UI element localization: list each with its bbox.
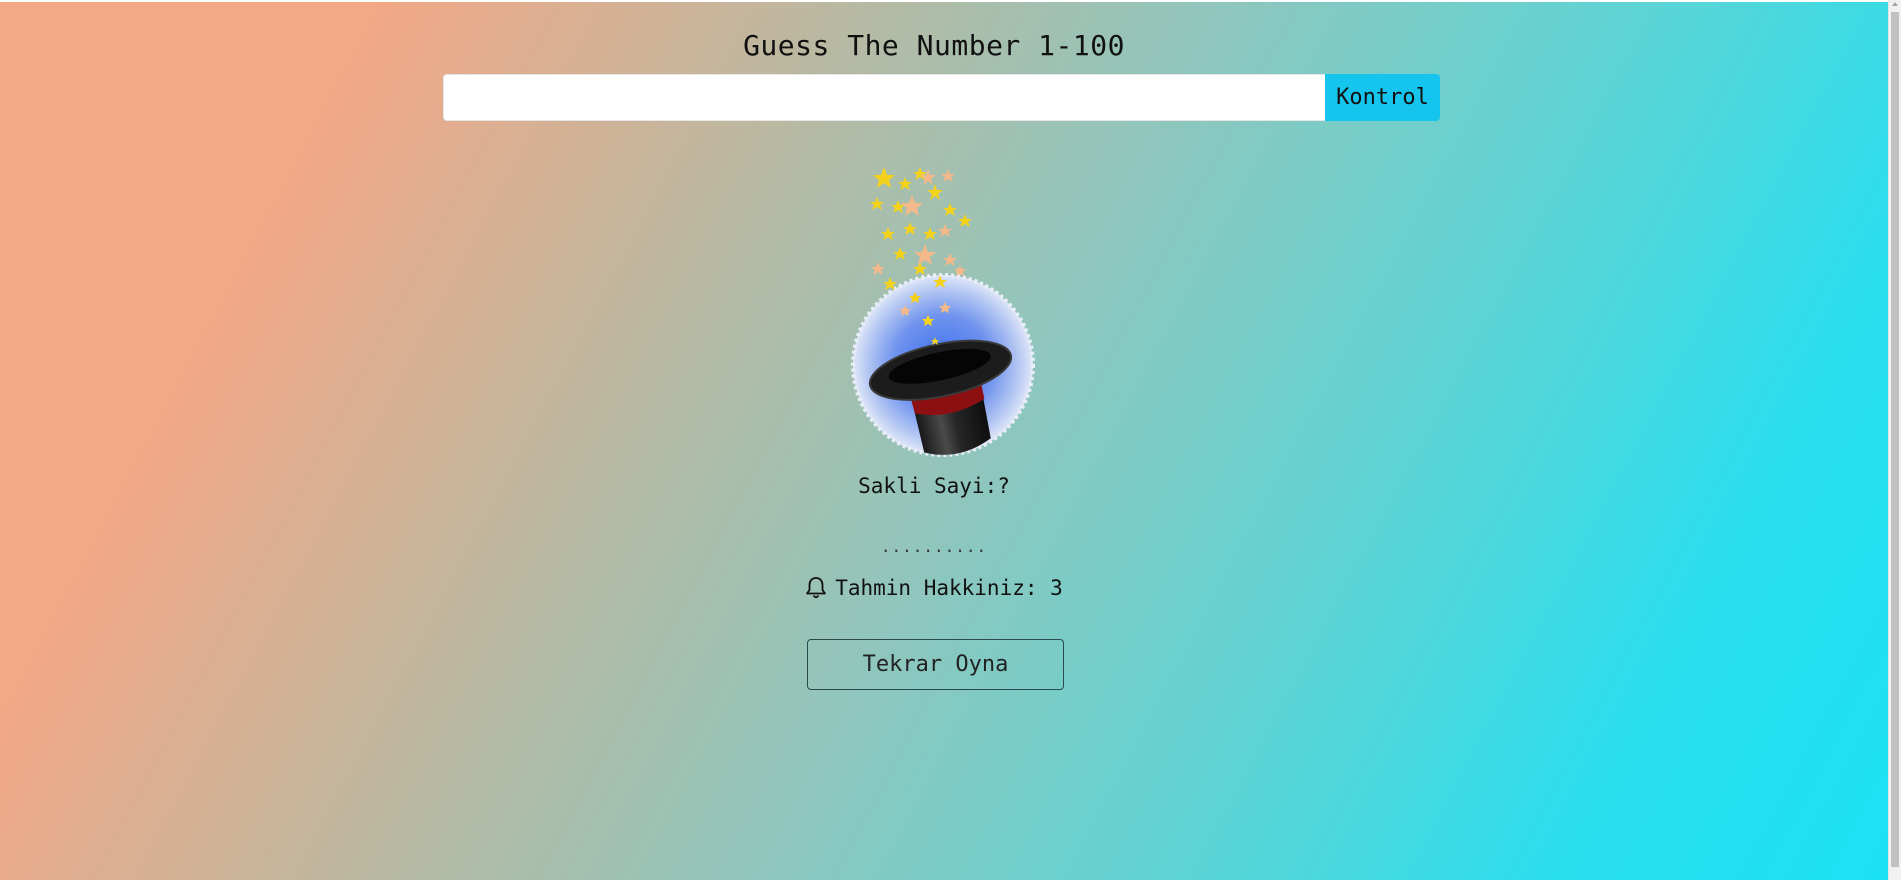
- attempts-label: Tahmin Hakkiniz: 3: [835, 576, 1063, 600]
- scroll-up-icon[interactable]: [1892, 2, 1898, 6]
- check-button[interactable]: Kontrol: [1325, 74, 1440, 121]
- replay-button[interactable]: Tekrar Oyna: [807, 639, 1064, 690]
- guess-input[interactable]: [443, 74, 1325, 121]
- magic-hat-icon: [850, 167, 1036, 462]
- guess-form: Kontrol: [443, 74, 1440, 121]
- page-title: Guess The Number 1-100: [743, 29, 1125, 62]
- scroll-thumb[interactable]: [1891, 12, 1899, 867]
- hidden-number-label: Sakli Sayi:?: [858, 474, 1010, 498]
- vertical-scrollbar[interactable]: [1888, 0, 1901, 880]
- feedback-text: ..........: [880, 537, 988, 556]
- attempts-row: Tahmin Hakkiniz: 3: [0, 576, 1868, 600]
- bell-icon: [805, 576, 827, 600]
- page-background: Guess The Number 1-100 Kontrol Sakli Say…: [0, 2, 1888, 880]
